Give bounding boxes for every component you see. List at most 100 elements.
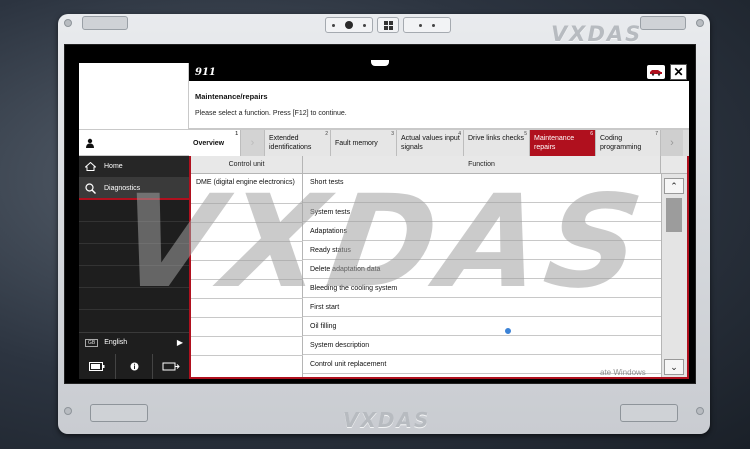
function-row-adaptations[interactable]: Adaptations: [303, 222, 661, 241]
tab-scroll-right[interactable]: ›: [661, 130, 683, 156]
row-divider: [191, 336, 303, 337]
function-row-ready-status[interactable]: Ready status: [303, 241, 661, 260]
info-icon: [130, 362, 138, 371]
windows-key: [377, 17, 399, 33]
function-row-bleeding-cooling-system[interactable]: Bleeding the cooling system: [303, 279, 661, 298]
tab-label: Actual values input signals: [401, 135, 460, 151]
nav-empty-slot: [79, 222, 189, 244]
language-label: English: [104, 339, 128, 346]
tab-actual-values[interactable]: Actual values input signals 4: [397, 130, 464, 157]
page-title: Maintenance/repairs: [195, 92, 268, 101]
screen: Home Diagnostics GB English ▶ 911 ✕ Main…: [64, 44, 696, 384]
function-row-first-start[interactable]: First start: [303, 298, 661, 317]
table-body: DME (digital engine electronics) Short t…: [191, 174, 661, 377]
nav-empty-slot: [79, 200, 189, 222]
nav-item-diagnostics[interactable]: Diagnostics: [79, 178, 189, 200]
tab-number: 6: [590, 131, 593, 137]
led-bottom-left: [64, 407, 72, 415]
scroll-down-icon: ⌄: [670, 361, 678, 372]
diagnostics-icon: [85, 182, 96, 194]
scroll-down-button[interactable]: ⌄: [664, 359, 684, 375]
nav-empty-slot: [79, 244, 189, 266]
activate-windows-text: ate Windows: [600, 368, 646, 377]
close-button[interactable]: ✕: [670, 64, 687, 80]
column-header-function: Function: [303, 156, 661, 173]
row-divider: [191, 355, 303, 356]
touch-cursor: [504, 327, 512, 335]
chevron-right-icon: ▶: [176, 338, 183, 347]
page-instruction: Please select a function. Press [F12] to…: [195, 110, 347, 117]
function-row-short-tests[interactable]: Short tests: [303, 174, 661, 203]
vehicle-connection-button[interactable]: [153, 354, 189, 379]
nav-diagnostics-label: Diagnostics: [104, 184, 141, 192]
user-icon: [86, 138, 94, 148]
windows-icon: [383, 20, 393, 30]
brand-logo-top: VXDAS: [551, 22, 643, 46]
column-header-control-unit: Control unit: [191, 156, 303, 173]
car-icon: [650, 70, 662, 76]
tab-strip: Overview 1 › Extended identifications 2 …: [189, 129, 689, 157]
row-divider: [191, 317, 303, 318]
table-header: Control unit Function: [191, 156, 687, 174]
function-list: Short tests System tests Adaptations Rea…: [303, 174, 661, 374]
scroll-up-button[interactable]: ⌃: [664, 178, 684, 194]
function-row-oil-filling[interactable]: Oil filling: [303, 317, 661, 336]
tab-extended-identifications[interactable]: Extended identifications 2: [265, 130, 331, 157]
control-unit-cell[interactable]: DME (digital engine electronics): [191, 174, 303, 377]
led-left: [64, 19, 72, 27]
battery-icon: [89, 362, 105, 371]
function-row-system-tests[interactable]: System tests: [303, 203, 661, 222]
header-scroll-spacer: [661, 156, 687, 173]
nav-empty-slot: [79, 266, 189, 288]
brand-logo-bottom: VXDAS: [343, 408, 431, 432]
tab-maintenance-repairs[interactable]: Maintenance repairs 6: [530, 130, 596, 157]
side-nav: Home Diagnostics GB English ▶: [79, 156, 189, 379]
top-controls: [313, 17, 463, 35]
bottom-toolbar: [79, 354, 189, 379]
tab-fault-memory[interactable]: Fault memory 3: [331, 130, 397, 157]
info-button[interactable]: [116, 354, 153, 379]
tab-number: 4: [458, 131, 461, 137]
row-divider: [191, 298, 303, 299]
nav-empty-slot: [79, 288, 189, 310]
title-bar: 911 ✕: [189, 60, 689, 81]
tab-label: Maintenance repairs: [534, 135, 575, 151]
function-row-system-description[interactable]: System description: [303, 336, 661, 355]
tab-label: Overview: [193, 140, 225, 147]
scroll-up-icon: ⌃: [670, 180, 678, 191]
stand-foot-right: [620, 404, 678, 422]
tab-coding-programming[interactable]: Coding programming 7: [596, 130, 661, 157]
language-selector[interactable]: GB English ▶: [79, 332, 189, 352]
logo-area: [79, 63, 189, 129]
tab-number: 7: [655, 131, 658, 137]
tab-label: Drive links checks: [468, 135, 525, 142]
user-button[interactable]: [79, 129, 189, 156]
function-row-delete-adaptation-data[interactable]: Delete adaptation data: [303, 260, 661, 279]
nav-item-home[interactable]: Home: [79, 156, 189, 178]
row-divider: [191, 203, 303, 204]
car-model-label: 911: [195, 66, 216, 78]
battery-button[interactable]: [79, 354, 116, 379]
camera-icon: [345, 21, 353, 29]
tab-number: 3: [391, 131, 394, 137]
table-scrollbar[interactable]: ⌃ ⌄: [661, 174, 687, 377]
scroll-thumb[interactable]: [666, 198, 682, 232]
nav-home-label: Home: [104, 163, 123, 170]
tab-label: Fault memory: [335, 140, 378, 147]
close-icon: ✕: [673, 65, 684, 79]
page-header: Maintenance/repairs Please select a func…: [189, 81, 689, 129]
brightness-rocker: [403, 17, 451, 33]
row-divider: [191, 279, 303, 280]
home-icon: [85, 162, 96, 171]
row-divider: [191, 260, 303, 261]
vehicle-status-button[interactable]: [647, 65, 665, 79]
tab-label: Coding programming: [600, 135, 642, 151]
tab-overview[interactable]: Overview 1: [189, 130, 241, 157]
control-unit-name: DME (digital engine electronics): [196, 179, 295, 186]
led-bottom-right: [696, 407, 704, 415]
diagnostic-app: Home Diagnostics GB English ▶ 911 ✕ Main…: [79, 60, 689, 379]
row-divider: [191, 241, 303, 242]
tab-drive-links[interactable]: Drive links checks 5: [464, 130, 530, 157]
title-notch: [371, 60, 389, 66]
hinge-left: [82, 16, 128, 30]
